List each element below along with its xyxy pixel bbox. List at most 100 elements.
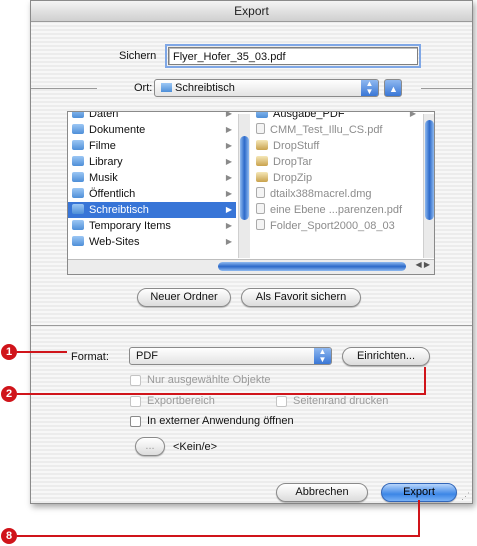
document-icon: [256, 219, 265, 230]
expand-button[interactable]: ▲: [384, 79, 402, 97]
callout-line: [424, 367, 426, 395]
list-item[interactable]: Filme ▶: [68, 138, 236, 154]
list-item[interactable]: Musik ▶: [68, 170, 236, 186]
list-item[interactable]: Öffentlich ▶: [68, 186, 236, 202]
filename-field[interactable]: Flyer_Hofer_35_03.pdf: [165, 44, 421, 68]
list-item-label: Schreibtisch: [89, 204, 149, 216]
save-as-label: Sichern: [119, 50, 157, 62]
folder-icon: [72, 140, 84, 150]
list-item-label: DropStuff: [273, 140, 320, 152]
list-item[interactable]: Daten ▶: [68, 112, 236, 122]
folder-icon: [72, 112, 84, 118]
chevron-right-icon: ▶: [225, 205, 232, 214]
callout-2: 2: [1, 386, 17, 402]
popup-arrows-icon: ▲ ▼: [361, 80, 378, 96]
new-folder-button[interactable]: Neuer Ordner: [137, 288, 231, 307]
list-item[interactable]: Web-Sites ▶: [68, 234, 236, 250]
folder-icon: [256, 112, 268, 118]
list-item-label: CMM_Test_Illu_CS.pdf: [270, 124, 383, 136]
list-item[interactable]: eine Ebene ...parenzen.pdf: [252, 202, 420, 218]
chevron-right-icon: ▶: [225, 237, 232, 246]
list-item-label: Filme: [89, 140, 116, 152]
scroll-thumb[interactable]: [218, 262, 406, 271]
separator: [421, 88, 472, 89]
export-area-checkbox[interactable]: [130, 396, 141, 407]
format-value: PDF: [136, 350, 158, 362]
list-item[interactable]: DropStuff: [252, 138, 420, 154]
list-item[interactable]: Library ▶: [68, 154, 236, 170]
list-item-label: Dokumente: [89, 124, 146, 136]
format-label: Format:: [71, 351, 109, 363]
export-dialog: Export Sichern Flyer_Hofer_35_03.pdf Ort…: [30, 0, 473, 504]
choose-app-button[interactable]: ...: [135, 437, 165, 456]
horizontal-scrollbar[interactable]: ◀ ▶: [68, 259, 434, 274]
list-item-label: Ausgabe_PDF: [273, 112, 345, 120]
scroll-thumb[interactable]: [240, 136, 249, 220]
list-item[interactable]: CMM_Test_Illu_CS.pdf: [252, 122, 420, 138]
scrollbar-left[interactable]: [238, 114, 250, 258]
setup-button[interactable]: Einrichten...: [342, 347, 430, 366]
external-app-value: <Kein/e>: [173, 441, 218, 453]
callout-line: [17, 535, 420, 537]
export-area-label: Exportbereich: [147, 395, 215, 407]
application-icon: [256, 140, 268, 150]
chevron-right-icon: ▶: [225, 189, 232, 198]
open-external-checkbox[interactable]: [130, 416, 141, 427]
triangle-up-icon: ▲: [389, 84, 398, 94]
list-item[interactable]: DropTar: [252, 154, 420, 170]
format-popup[interactable]: PDF ▲ ▼: [129, 347, 332, 365]
selected-only-label: Nur ausgewählte Objekte: [147, 374, 271, 386]
folder-icon: [72, 124, 84, 134]
list-item[interactable]: Schreibtisch ▶: [68, 202, 236, 218]
list-item-label: Musik: [89, 172, 118, 184]
document-icon: [256, 187, 265, 198]
list-item[interactable]: Folder_Sport2000_08_03: [252, 218, 420, 234]
folder-icon: [72, 220, 84, 230]
scroll-thumb[interactable]: [425, 120, 434, 220]
list-item-label: Temporary Items: [89, 220, 171, 232]
list-item[interactable]: dtailx388macrel.dmg: [252, 186, 420, 202]
callout-line: [17, 351, 67, 353]
file-browser: Daten ▶ Dokumente ▶ Filme ▶ Library ▶ Musik ▶ Öffe…: [67, 111, 435, 275]
chevron-right-icon: ▶: [225, 173, 232, 182]
cancel-button[interactable]: Abbrechen: [276, 483, 368, 502]
application-icon: [256, 156, 268, 166]
list-item[interactable]: Dokumente ▶: [68, 122, 236, 138]
add-favorite-button[interactable]: Als Favorit sichern: [241, 288, 361, 307]
list-item-label: Daten: [89, 112, 119, 120]
window-title: Export: [31, 1, 472, 22]
list-item-label: Library: [89, 156, 123, 168]
folder-icon: [72, 156, 84, 166]
folder-icon: [161, 83, 172, 92]
chevron-right-icon: ▶: [225, 112, 232, 118]
scroll-arrows-icon[interactable]: ◀ ▶: [415, 260, 430, 269]
list-item-label: Öffentlich: [89, 188, 136, 200]
callout-line: [418, 500, 420, 537]
chevron-right-icon: ▶: [409, 112, 416, 118]
page-margin-checkbox[interactable]: [276, 396, 287, 407]
separator: [31, 88, 97, 89]
location-label: Ort:: [134, 82, 153, 94]
separator: [31, 325, 472, 326]
list-item[interactable]: DropZip: [252, 170, 420, 186]
list-item-label: eine Ebene ...parenzen.pdf: [270, 204, 403, 216]
application-icon: [256, 172, 268, 182]
list-item-label: DropZip: [273, 172, 313, 184]
document-icon: [256, 123, 265, 134]
list-item[interactable]: Temporary Items ▶: [68, 218, 236, 234]
folder-icon: [72, 204, 84, 214]
resize-grip-icon[interactable]: ⋰: [461, 491, 470, 502]
location-popup[interactable]: Schreibtisch ▲ ▼: [154, 79, 379, 97]
list-item-label: Folder_Sport2000_08_03: [270, 220, 395, 232]
selected-only-checkbox[interactable]: [130, 375, 141, 386]
scrollbar-right[interactable]: [423, 114, 434, 258]
folder-icon: [72, 172, 84, 182]
list-item[interactable]: Ausgabe_PDF ▶: [252, 112, 420, 122]
callout-8: 8: [1, 528, 17, 544]
open-external-label: In externer Anwendung öffnen: [147, 415, 294, 427]
callout-1: 1: [1, 344, 17, 360]
list-item-label: Web-Sites: [89, 236, 140, 248]
chevron-right-icon: ▶: [225, 141, 232, 150]
browser-column-left: Daten ▶ Dokumente ▶ Filme ▶ Library ▶ Musik ▶ Öffe…: [68, 112, 251, 260]
location-value: Schreibtisch: [175, 82, 235, 94]
